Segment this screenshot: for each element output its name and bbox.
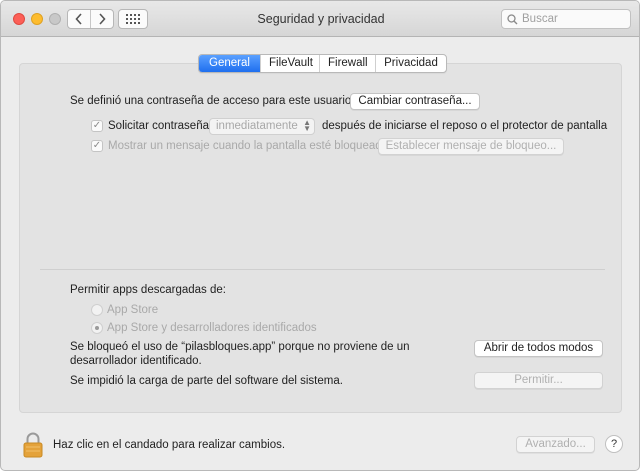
password-set-text: Se definió una contraseña de acceso para…	[70, 95, 352, 107]
tab-privacidad[interactable]: Privacidad	[375, 55, 446, 72]
radio-identified-developers[interactable]	[91, 322, 103, 334]
show-message-label: Mostrar un mensaje cuando la pantalla es…	[108, 140, 389, 152]
window-title: Seguridad y privacidad	[257, 12, 385, 26]
search-field[interactable]	[501, 9, 631, 29]
show-all-button[interactable]	[118, 9, 148, 29]
minimize-button[interactable]	[31, 13, 43, 25]
title-bar: Seguridad y privacidad	[1, 1, 639, 37]
require-password-delay-value: inmediatamente	[216, 120, 298, 132]
help-button[interactable]: ?	[605, 435, 623, 453]
blocked-app-message-line2: desarrollador identificado.	[70, 355, 202, 367]
search-icon	[507, 13, 518, 24]
require-password-label: Solicitar contraseña	[108, 120, 209, 132]
system-software-text: Se impidió la carga de parte del softwar…	[70, 375, 343, 387]
downloads-heading: Permitir apps descargadas de:	[70, 284, 226, 296]
require-password-checkbox[interactable]: ✓	[91, 120, 103, 132]
allow-button[interactable]: Permitir...	[474, 372, 603, 389]
radio-app-store-label: App Store	[107, 304, 159, 316]
chevron-right-icon	[99, 13, 106, 25]
preferences-window: Seguridad y privacidad General FileVault…	[0, 0, 640, 471]
back-button[interactable]	[68, 10, 90, 28]
require-password-delay-select[interactable]: inmediatamente ▲ ▼	[209, 118, 315, 135]
general-panel: Se definió una contraseña de acceso para…	[19, 63, 622, 413]
open-anyway-button[interactable]: Abrir de todos modos	[474, 340, 603, 357]
tab-general[interactable]: General	[199, 55, 260, 72]
tab-firewall[interactable]: Firewall	[319, 55, 375, 72]
change-password-button[interactable]: Cambiar contraseña...	[350, 93, 480, 110]
grid-icon	[126, 14, 140, 24]
stepper-arrows-icon: ▲ ▼	[303, 118, 311, 133]
chevron-left-icon	[75, 13, 82, 25]
zoom-button[interactable]	[49, 13, 61, 25]
advanced-button[interactable]: Avanzado...	[516, 436, 595, 453]
close-button[interactable]	[13, 13, 25, 25]
radio-app-store[interactable]	[91, 304, 103, 316]
tab-filevault[interactable]: FileVault	[260, 55, 319, 72]
search-input[interactable]	[522, 13, 622, 25]
navigation-buttons	[67, 9, 114, 29]
lock-icon	[23, 432, 43, 458]
radio-identified-developers-label: App Store y desarrolladores identificado…	[107, 322, 317, 334]
set-lock-message-button[interactable]: Establecer mensaje de bloqueo...	[378, 138, 564, 155]
require-password-suffix: después de iniciarse el reposo o el prot…	[322, 120, 608, 132]
section-divider	[40, 269, 605, 270]
lock-hint-text: Haz clic en el candado para realizar cam…	[53, 439, 286, 451]
forward-button[interactable]	[90, 10, 113, 28]
show-message-checkbox[interactable]: ✓	[91, 140, 103, 152]
lock-button[interactable]	[23, 432, 43, 461]
blocked-app-message-line1: Se bloqueó el uso de “pilasbloques.app” …	[70, 341, 410, 353]
tab-bar: General FileVault Firewall Privacidad	[198, 54, 447, 73]
